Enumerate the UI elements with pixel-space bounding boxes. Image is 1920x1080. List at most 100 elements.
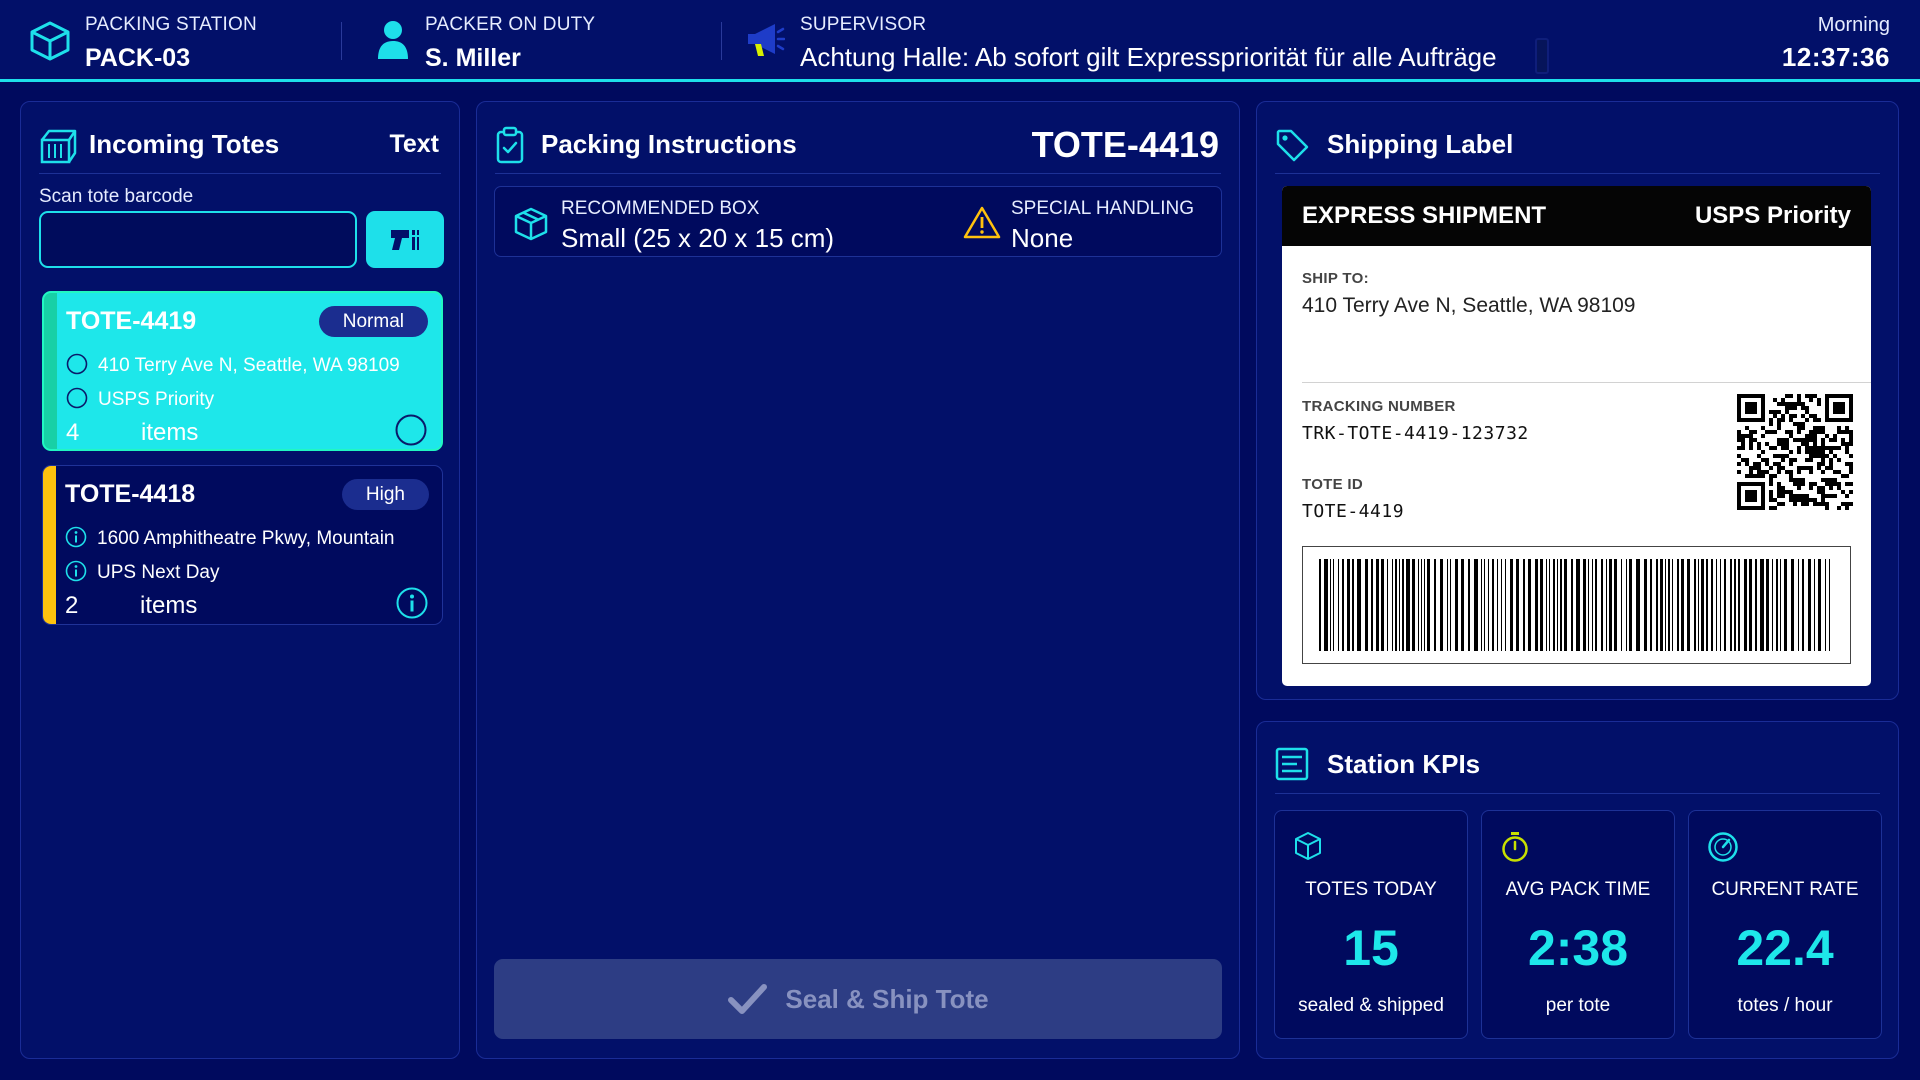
panel-title: Station KPIs <box>1327 749 1481 779</box>
tote-id: TOTE-4419 <box>66 307 197 335</box>
panel-header: Incoming Totes Text <box>39 116 441 174</box>
current-tote-id: TOTE-4419 <box>1031 124 1219 165</box>
stopwatch-icon <box>1502 832 1528 862</box>
tracking-label: TRACKING NUMBER <box>1302 398 1456 415</box>
tote-carrier-line: USPS Priority <box>66 387 214 411</box>
label-divider <box>1302 382 1871 383</box>
service-level: EXPRESS SHIPMENT <box>1302 202 1547 229</box>
priority-badge: High <box>341 479 429 510</box>
panel-header: Shipping Label <box>1275 116 1880 174</box>
barcode-frame <box>1302 546 1851 664</box>
ship-to-label: SHIP TO: <box>1302 270 1369 287</box>
cube-icon <box>30 21 70 61</box>
seal-ship-button[interactable]: Seal & Ship Tote <box>494 959 1222 1039</box>
packer-name: S. Miller <box>425 44 521 72</box>
station-kpis-panel: Station KPIs TOTES TODAY 15 sealed & shi… <box>1256 721 1899 1059</box>
scan-button[interactable] <box>366 211 444 268</box>
checkmark-icon <box>728 984 768 1014</box>
item-count-label: items <box>141 419 199 446</box>
qr-code <box>1737 394 1853 510</box>
packer-label: PACKER ON DUTY <box>425 14 596 35</box>
box-icon <box>1295 832 1321 860</box>
box-recommendation: RECOMMENDED BOX Small (25 x 20 x 15 cm) … <box>494 186 1222 257</box>
kpi-subtext: sealed & shipped <box>1298 995 1444 1016</box>
box-icon <box>514 207 548 241</box>
tag-icon <box>1276 129 1309 162</box>
scan-barcode-input[interactable] <box>39 211 357 268</box>
kpi-label: TOTES TODAY <box>1305 879 1437 900</box>
item-count: 4 <box>66 419 80 446</box>
special-handling-value: None <box>1011 223 1074 253</box>
label-carrier: USPS Priority <box>1694 202 1851 229</box>
recommended-box-value: Small (25 x 20 x 15 cm) <box>561 223 835 253</box>
panel-header: Packing Instructions TOTE-4419 <box>495 116 1221 174</box>
panel-header: Station KPIs <box>1275 736 1880 794</box>
kpi-value: 2:38 <box>1527 920 1629 976</box>
shift-label: Morning <box>1817 14 1890 36</box>
packer-info: PACKER ON DUTY S. Miller <box>360 0 700 79</box>
circle-icon <box>395 414 427 446</box>
kpi-subtext: totes / hour <box>1737 995 1833 1016</box>
item-count: 2 <box>65 592 79 619</box>
header-divider <box>341 22 342 60</box>
kpi-subtext: per tote <box>1545 995 1611 1016</box>
tote-address-line: 1600 Amphitheatre Pkwy, Mountain <box>65 526 395 550</box>
tracking-number: TRK-TOTE-4419-123732 <box>1302 423 1529 444</box>
info-icon <box>65 526 87 548</box>
warning-icon <box>963 206 1001 239</box>
tote-carrier: UPS Next Day <box>97 562 220 583</box>
tote-carrier: USPS Priority <box>98 389 215 410</box>
label-tote-id: TOTE-4419 <box>1302 501 1405 522</box>
top-header-bar: PACKING STATION PACK-03 PACKER ON DUTY S… <box>0 0 1920 82</box>
circle-icon <box>66 353 88 375</box>
priority-stripe <box>44 293 57 449</box>
tote-id: TOTE-4418 <box>65 480 196 508</box>
kpi-label: AVG PACK TIME <box>1505 879 1651 900</box>
supervisor-announcement: SUPERVISOR Achtung Halle: Ab sofort gilt… <box>740 0 1540 79</box>
kpi-totes-today: TOTES TODAY 15 sealed & shipped <box>1274 810 1468 1039</box>
station-value: PACK-03 <box>85 44 191 72</box>
user-icon <box>378 21 408 59</box>
header-divider <box>721 22 722 60</box>
supervisor-label: SUPERVISOR <box>800 14 927 35</box>
ticker-scroll-handle[interactable] <box>1535 38 1549 74</box>
incoming-totes-panel: Incoming Totes Text Scan tote barcode TO… <box>20 101 460 1059</box>
supervisor-message: Achtung Halle: Ab sofort gilt Expresspri… <box>800 42 1497 72</box>
tote-card[interactable]: TOTE-4418 High 1600 Amphitheatre Pkwy, M… <box>42 465 443 625</box>
packing-instructions-panel: Packing Instructions TOTE-4419 RECOMMEND… <box>476 101 1240 1059</box>
panel-header-text: Text <box>389 130 439 158</box>
station-info: PACKING STATION PACK-03 <box>0 0 340 79</box>
priority-stripe <box>43 466 56 624</box>
gauge-icon <box>1708 832 1738 862</box>
tote-carrier-line: UPS Next Day <box>65 560 219 584</box>
item-count-label: items <box>140 592 198 619</box>
tote-address-line: 410 Terry Ave N, Seattle, WA 98109 <box>66 353 400 377</box>
clock-time: 12:37:36 <box>1781 42 1890 72</box>
recommended-box-label: RECOMMENDED BOX <box>561 198 760 219</box>
kpi-value: 22.4 <box>1736 920 1834 976</box>
report-list-icon <box>1275 747 1309 781</box>
panel-title: Incoming Totes <box>89 129 280 159</box>
label-banner: EXPRESS SHIPMENT USPS Priority <box>1282 186 1871 246</box>
info-icon <box>396 587 428 619</box>
shipping-label: EXPRESS SHIPMENT USPS Priority SHIP TO: … <box>1282 186 1871 686</box>
tote-address: 410 Terry Ave N, Seattle, WA 98109 <box>98 355 400 376</box>
kpi-avg-pack-time: AVG PACK TIME 2:38 per tote <box>1481 810 1675 1039</box>
special-handling-label: SPECIAL HANDLING <box>1011 198 1195 219</box>
megaphone-icon <box>748 24 785 56</box>
circle-icon <box>66 387 88 409</box>
tote-card[interactable]: TOTE-4419 Normal 410 Terry Ave N, Seattl… <box>42 291 443 451</box>
info-icon <box>65 560 87 582</box>
shipping-label-panel: Shipping Label EXPRESS SHIPMENT USPS Pri… <box>1256 101 1899 700</box>
tote-box-icon <box>40 129 77 164</box>
seal-ship-label: Seal & Ship Tote <box>785 983 989 1014</box>
kpi-current-rate: CURRENT RATE 22.4 totes / hour <box>1688 810 1882 1039</box>
ship-to-address: 410 Terry Ave N, Seattle, WA 98109 <box>1302 294 1636 317</box>
kpi-label: CURRENT RATE <box>1711 879 1859 900</box>
barcode <box>1319 559 1830 651</box>
priority-badge: Normal <box>318 306 428 337</box>
station-label: PACKING STATION <box>85 14 257 35</box>
kpi-value: 15 <box>1343 920 1399 976</box>
tote-id-label: TOTE ID <box>1302 476 1363 493</box>
panel-title: Shipping Label <box>1327 129 1514 159</box>
